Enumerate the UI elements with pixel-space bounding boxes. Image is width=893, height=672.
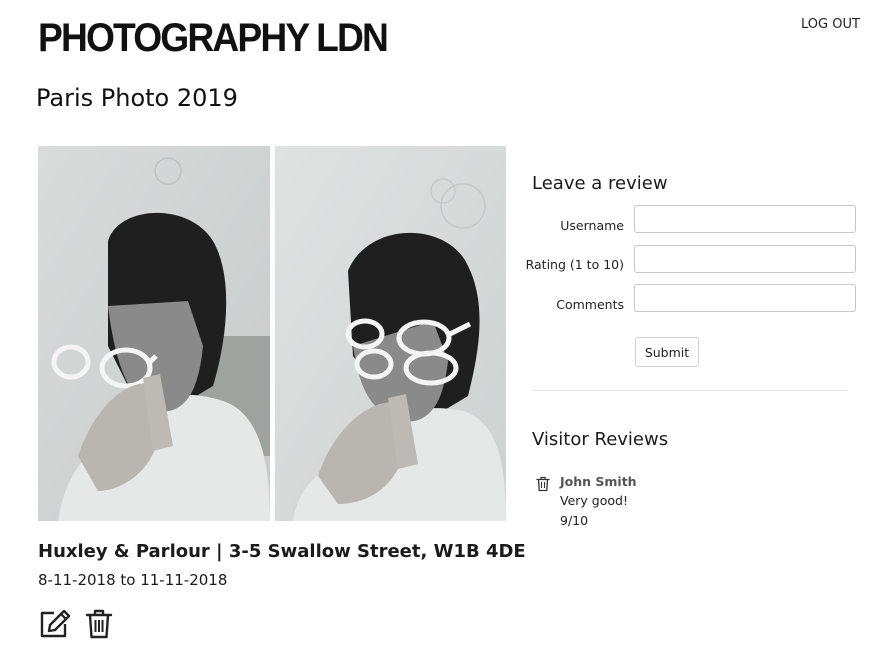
trash-icon[interactable] — [85, 608, 113, 640]
review-comment: Very good! — [560, 493, 628, 508]
username-label: Username — [560, 218, 624, 233]
review-rating: 9/10 — [560, 513, 589, 528]
review-author: John Smith — [560, 474, 637, 489]
visitor-reviews-heading: Visitor Reviews — [532, 429, 669, 450]
rating-label: Rating (1 to 10) — [525, 257, 624, 272]
review-item: John Smith Very good! 9/10 — [532, 472, 852, 532]
trash-icon[interactable] — [536, 476, 550, 492]
username-field[interactable] — [634, 205, 856, 233]
review-form-heading: Leave a review — [532, 173, 668, 194]
comments-field[interactable] — [634, 284, 856, 312]
exhibition-photo — [38, 146, 506, 521]
logout-link[interactable]: LOG OUT — [801, 17, 860, 32]
edit-icon[interactable] — [38, 608, 72, 640]
photo-panel-right — [275, 146, 506, 521]
page-title: Paris Photo 2019 — [36, 84, 238, 112]
site-logo[interactable]: PHOTOGRAPHY LDN — [38, 16, 389, 61]
rating-field[interactable] — [634, 245, 856, 273]
section-divider — [532, 390, 848, 391]
exhibition-venue: Huxley & Parlour | 3-5 Swallow Street, W… — [38, 541, 526, 562]
photo-panel-left — [38, 146, 270, 521]
exhibition-dates: 8-11-2018 to 11-11-2018 — [38, 571, 228, 589]
submit-button[interactable]: Submit — [635, 337, 699, 367]
comments-label: Comments — [556, 297, 624, 312]
